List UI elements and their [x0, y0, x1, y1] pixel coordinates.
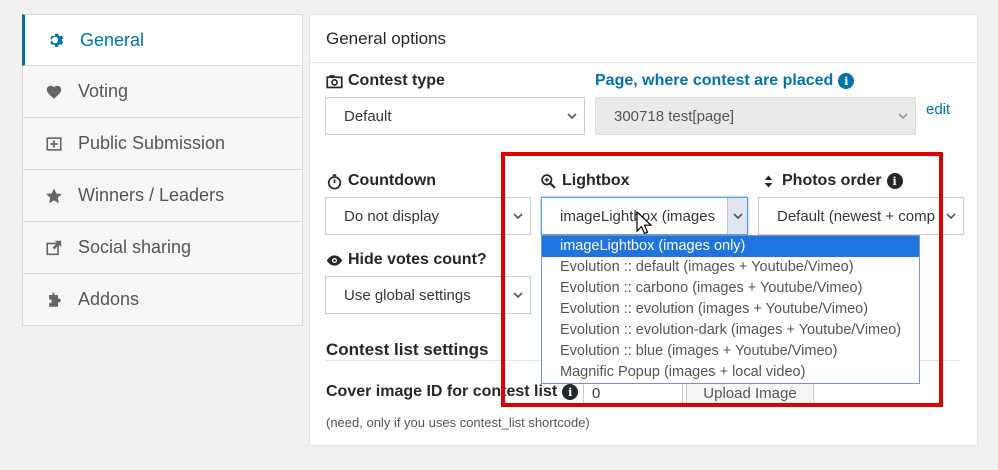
- lightbox-option[interactable]: Evolution :: evolution-dark (images + Yo…: [542, 320, 919, 341]
- countdown-select[interactable]: Do not display: [325, 197, 531, 235]
- tab-winners-leaders[interactable]: Winners / Leaders: [22, 170, 303, 222]
- tab-public-submission[interactable]: Public Submission: [22, 118, 303, 170]
- puzzle-icon: [44, 290, 64, 310]
- chevron-down-icon: [567, 113, 577, 120]
- contest-type-select[interactable]: Default: [325, 97, 585, 135]
- tab-label: Addons: [78, 289, 140, 309]
- page-select: 300718 test[page]: [595, 97, 916, 135]
- chevron-down-icon: [898, 113, 908, 120]
- star-icon: [44, 186, 64, 206]
- chevron-down-icon: [732, 213, 743, 220]
- contest-type-label: Contest type: [326, 72, 445, 90]
- countdown-label: Countdown: [326, 172, 436, 190]
- tab-label: Winners / Leaders: [78, 185, 225, 205]
- share-icon: [44, 238, 64, 258]
- tab-general[interactable]: General: [22, 14, 303, 66]
- lightbox-option[interactable]: Evolution :: carbono (images + Youtube/V…: [542, 278, 919, 299]
- chevron-down-icon: [946, 213, 956, 220]
- stopwatch-icon: [326, 173, 343, 190]
- contest-list-settings-title: Contest list settings: [326, 340, 489, 359]
- dropdown-arrow[interactable]: [727, 198, 747, 234]
- page-label: Page, where contest are placed i: [595, 72, 855, 90]
- settings-tabs: General Voting Public Submission Winners…: [22, 14, 303, 326]
- edit-page-link[interactable]: edit: [926, 101, 950, 118]
- lightbox-options-list: imageLightbox (images only) Evolution ::…: [541, 235, 920, 384]
- hide-votes-select[interactable]: Use global settings: [325, 276, 531, 314]
- sort-icon: [760, 173, 777, 190]
- tab-label: Public Submission: [78, 133, 226, 153]
- mouse-cursor-icon: [636, 211, 653, 235]
- chevron-down-icon: [513, 292, 523, 299]
- lightbox-option[interactable]: Evolution :: default (images + Youtube/V…: [542, 257, 919, 278]
- cover-image-hint: (need, only if you uses contest_list sho…: [326, 415, 590, 430]
- eye-icon: [326, 252, 343, 269]
- photos-order-label: Photos order i: [760, 172, 903, 190]
- tab-label: Voting: [78, 81, 129, 101]
- lightbox-label: Lightbox: [540, 172, 630, 190]
- lightbox-option[interactable]: Evolution :: blue (images + Youtube/Vime…: [542, 341, 919, 362]
- heart-icon: [44, 82, 64, 102]
- lightbox-option[interactable]: imageLightbox (images only): [542, 236, 919, 257]
- zoom-icon: [540, 173, 557, 190]
- tab-social-sharing[interactable]: Social sharing: [22, 222, 303, 274]
- chevron-down-icon: [513, 213, 523, 220]
- panel-title: General options: [326, 29, 447, 48]
- hide-votes-label: Hide votes count?: [326, 251, 487, 269]
- info-icon[interactable]: i: [886, 173, 903, 189]
- lightbox-option[interactable]: Evolution :: evolution (images + Youtube…: [542, 299, 919, 320]
- cover-image-label: Cover image ID for contest list i: [326, 383, 579, 401]
- camera-icon: [326, 73, 343, 90]
- gear-icon: [46, 30, 66, 50]
- info-icon[interactable]: i: [562, 384, 579, 400]
- tab-label: General: [80, 29, 145, 50]
- tab-voting[interactable]: Voting: [22, 66, 303, 118]
- lightbox-option[interactable]: Magnific Popup (images + local video): [542, 362, 919, 383]
- tab-addons[interactable]: Addons: [22, 274, 303, 326]
- divider: [310, 62, 977, 63]
- upload-icon: [44, 134, 64, 154]
- info-icon[interactable]: i: [838, 73, 855, 89]
- photos-order-select[interactable]: Default (newest + comp: [758, 197, 964, 235]
- tab-label: Social sharing: [78, 237, 192, 257]
